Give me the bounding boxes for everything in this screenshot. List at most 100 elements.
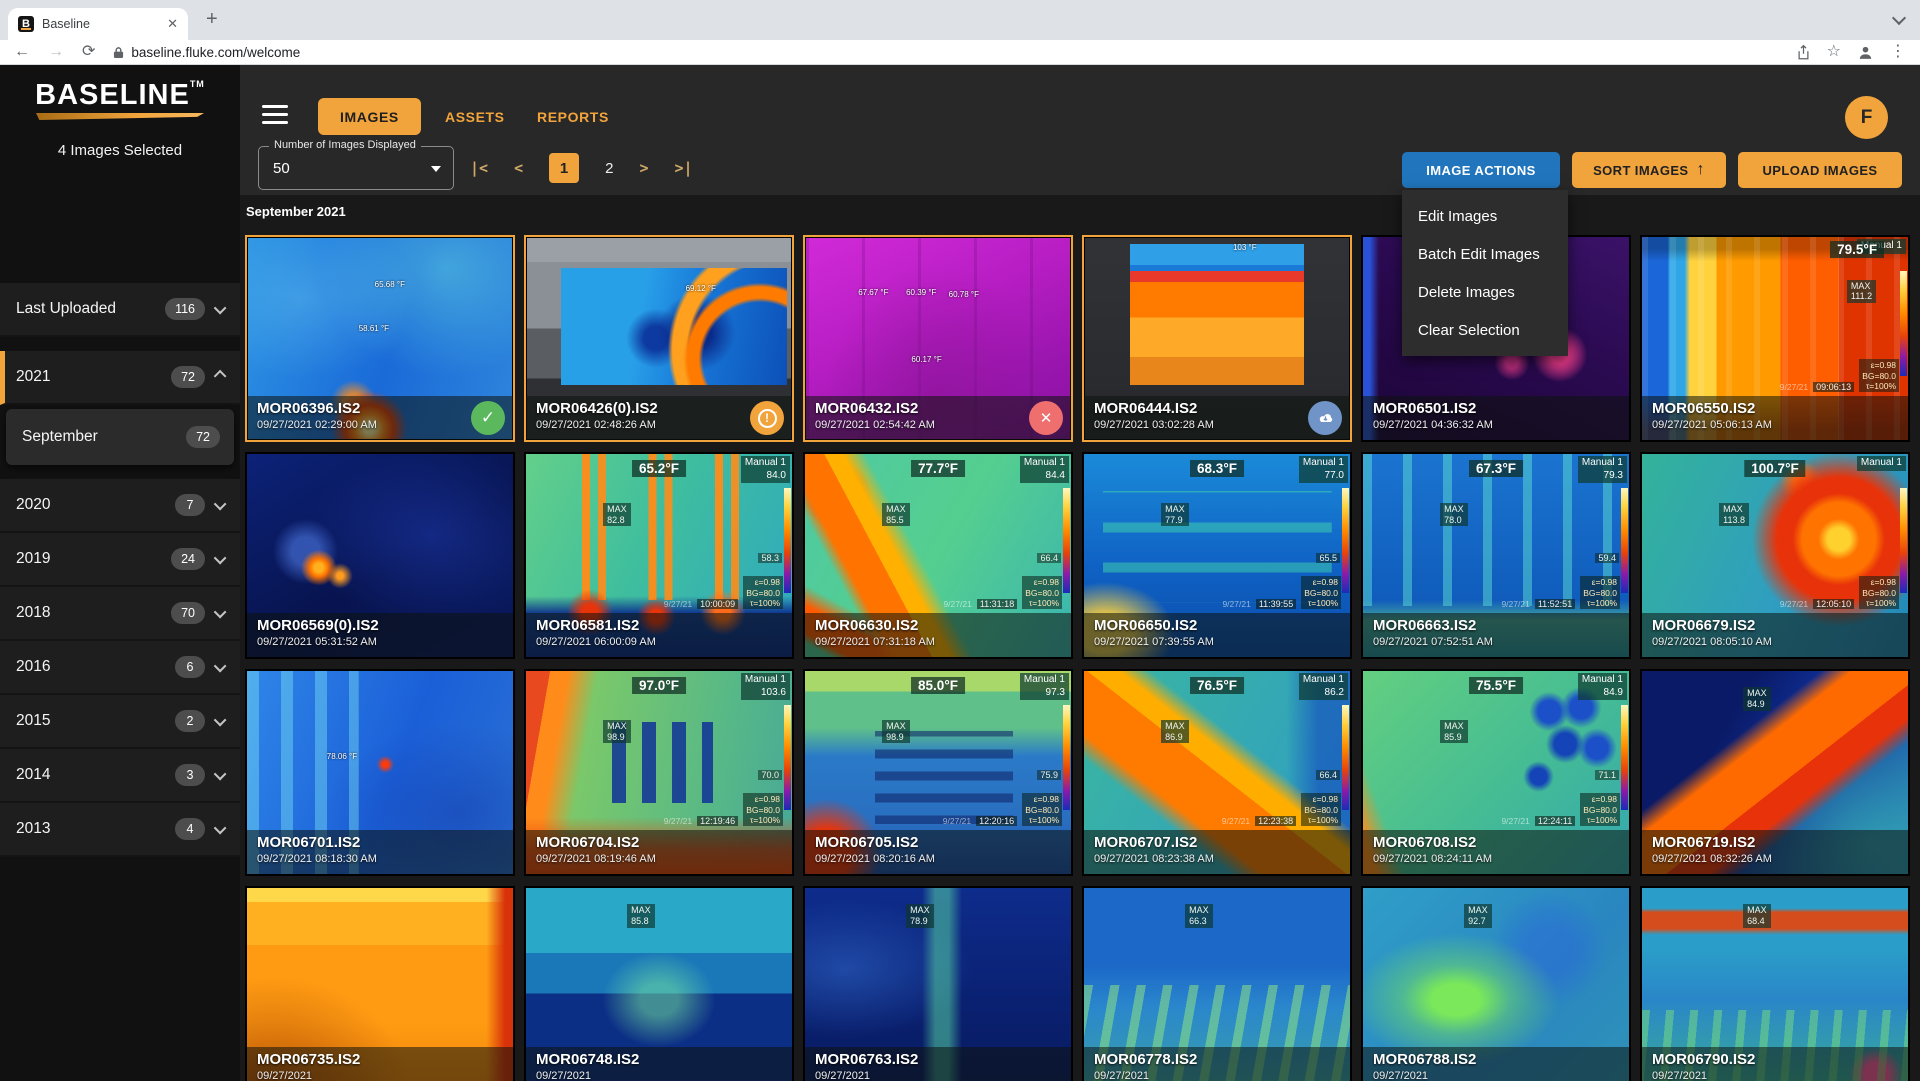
- reload-icon[interactable]: ⟳: [82, 44, 95, 60]
- sidebar-item-2021[interactable]: 202172: [0, 351, 240, 405]
- image-timestamp: 09/27/2021 02:29:00 AM: [257, 419, 503, 431]
- sidebar-item-2013[interactable]: 20134: [0, 803, 240, 857]
- image-tile[interactable]: MAX66.3MOR06778.IS209/27/2021: [1082, 886, 1352, 1081]
- count-badge: 70: [171, 602, 205, 624]
- upload-images-button[interactable]: UPLOAD IMAGES: [1738, 152, 1902, 188]
- image-info-bar: MOR06790.IS209/27/2021: [1642, 1047, 1908, 1081]
- spot-temp-label: 78.06 °F: [327, 752, 357, 761]
- profile-icon[interactable]: [1857, 44, 1874, 61]
- image-tile[interactable]: MAX68.4MOR06790.IS209/27/2021: [1640, 886, 1910, 1081]
- address-field[interactable]: baseline.fluke.com/welcome: [113, 45, 1777, 60]
- image-tile[interactable]: Manual 184.065.2°FMAX82.858.39/27/2110:0…: [524, 452, 794, 659]
- image-tile[interactable]: Manual 184.975.5°FMAX85.971.19/27/2112:2…: [1361, 669, 1631, 876]
- image-tile[interactable]: 67.67 °F60.39 °F60.78 °F60.17 °FMOR06432…: [803, 235, 1073, 442]
- center-temp-label: 65.2°F: [632, 460, 686, 477]
- menu-item-delete-images[interactable]: Delete Images: [1402, 273, 1568, 311]
- sidebar-item-2016[interactable]: 20166: [0, 641, 240, 695]
- image-actions-menu: Edit ImagesBatch Edit ImagesDelete Image…: [1402, 190, 1568, 356]
- sidebar-items: Last Uploaded116202172September722020720…: [0, 283, 240, 857]
- image-tile[interactable]: Manual 1100.7°FMAX113.89/27/2112:05:10ε=…: [1640, 452, 1910, 659]
- page-button-1[interactable]: 1: [549, 153, 579, 183]
- bookmark-star-icon[interactable]: ☆: [1827, 44, 1841, 60]
- forward-icon[interactable]: →: [48, 44, 64, 60]
- status-cloud-icon[interactable]: [1308, 401, 1342, 435]
- images-displayed-label: Number of Images Displayed: [269, 139, 421, 151]
- image-tile[interactable]: Manual 186.276.5°FMAX86.966.49/27/2112:2…: [1082, 669, 1352, 876]
- image-tile[interactable]: MOR06735.IS209/27/2021: [245, 886, 515, 1081]
- image-info-bar: MOR06735.IS209/27/2021: [247, 1047, 513, 1081]
- share-icon[interactable]: [1796, 44, 1811, 61]
- user-avatar[interactable]: F: [1845, 96, 1888, 139]
- tab-images[interactable]: IMAGES: [318, 98, 421, 135]
- manual-marker-label: Manual 184.9: [1578, 673, 1627, 700]
- image-tile[interactable]: MAX84.9MOR06719.IS209/27/2021 08:32:26 A…: [1640, 669, 1910, 876]
- first-page-button[interactable]: |<: [470, 159, 488, 177]
- image-timestamp: 09/27/2021 08:19:46 AM: [536, 853, 782, 865]
- page-button-2[interactable]: 2: [605, 160, 613, 177]
- sidebar-item-2018[interactable]: 201870: [0, 587, 240, 641]
- camera-overlay: 9/27/2110:00:09ε=0.98BG=80.0τ=100%: [664, 576, 783, 609]
- sidebar-item-2019[interactable]: 201924: [0, 533, 240, 587]
- sidebar-item-september[interactable]: September72: [6, 409, 234, 465]
- back-icon[interactable]: ←: [14, 44, 30, 60]
- images-displayed-select[interactable]: Number of Images Displayed 50: [258, 146, 454, 190]
- tab-assets[interactable]: ASSETS: [445, 98, 505, 135]
- browser-menu-icon[interactable]: ⋮: [1890, 44, 1906, 60]
- sidebar-item-last-uploaded[interactable]: Last Uploaded116: [0, 283, 240, 337]
- status-alert-icon[interactable]: !: [750, 401, 784, 435]
- camera-time: 11:39:55: [1256, 599, 1296, 609]
- chevron-down-icon: [214, 659, 227, 672]
- image-tile[interactable]: Manual 1103.697.0°FMAX98.970.09/27/2112:…: [524, 669, 794, 876]
- image-tile[interactable]: 78.06 °FMOR06701.IS209/27/2021 08:18:30 …: [245, 669, 515, 876]
- image-tile[interactable]: MOR06569(0).IS209/27/2021 05:31:52 AM: [245, 452, 515, 659]
- image-name: MOR06550.IS2: [1652, 400, 1898, 417]
- sidebar-item-2015[interactable]: 20152: [0, 695, 240, 749]
- image-timestamp: 09/27/2021 08:20:16 AM: [815, 853, 1061, 865]
- camera-overlay: 9/27/2111:39:55ε=0.98BG=80.0τ=100%: [1222, 576, 1341, 609]
- image-tile[interactable]: 69.12 °FMOR06426(0).IS209/27/2021 02:48:…: [524, 235, 794, 442]
- image-info-bar: MOR06788.IS209/27/2021: [1363, 1047, 1629, 1081]
- sidebar-item-2014[interactable]: 20143: [0, 749, 240, 803]
- pagination: |< <1 2 > >|: [470, 146, 693, 190]
- camera-params: ε=0.98BG=80.0τ=100%: [1859, 359, 1899, 392]
- status-check-icon[interactable]: ✓: [471, 401, 505, 435]
- scale-min-label: 59.4: [1595, 553, 1619, 563]
- image-tile[interactable]: Manual 179.367.3°FMAX78.059.49/27/2111:5…: [1361, 452, 1631, 659]
- image-tile[interactable]: MAX85.8MOR06748.IS209/27/2021: [524, 886, 794, 1081]
- image-tile[interactable]: Manual 179.5°FMAX111.29/27/2109:06:13ε=0…: [1640, 235, 1910, 442]
- browser-tab[interactable]: B Baseline ✕: [8, 8, 188, 40]
- previous-page-button[interactable]: <: [514, 159, 523, 177]
- tab-reports[interactable]: REPORTS: [537, 98, 609, 135]
- temperature-scale-bar: [1900, 271, 1907, 376]
- count-badge: 7: [175, 494, 205, 516]
- tab-close-icon[interactable]: ✕: [167, 16, 178, 32]
- chevron-down-icon: [214, 301, 227, 314]
- menu-item-batch-edit-images[interactable]: Batch Edit Images: [1402, 235, 1568, 273]
- image-actions-button[interactable]: IMAGE ACTIONS: [1402, 152, 1560, 188]
- manual-marker-label: Manual 184.4: [1020, 456, 1069, 483]
- window-chevron-icon[interactable]: [1892, 11, 1906, 25]
- image-tile[interactable]: 103 °FMOR06444.IS209/27/2021 03:02:28 AM: [1082, 235, 1352, 442]
- image-name: MOR06432.IS2: [815, 400, 1061, 417]
- image-tile[interactable]: 65.68 °F58.61 °FMOR06396.IS209/27/2021 0…: [245, 235, 515, 442]
- sidebar-item-2020[interactable]: 20207: [0, 479, 240, 533]
- menu-item-clear-selection[interactable]: Clear Selection: [1402, 311, 1568, 349]
- menu-item-edit-images[interactable]: Edit Images: [1402, 197, 1568, 235]
- max-temp-label: MAX98.9: [882, 720, 910, 744]
- scale-min-label: 66.4: [1037, 553, 1061, 563]
- new-tab-button[interactable]: +: [206, 9, 218, 29]
- image-timestamp: 09/27/2021: [1094, 1070, 1340, 1081]
- camera-overlay: 9/27/2111:52:51ε=0.98BG=80.0τ=100%: [1501, 576, 1620, 609]
- hamburger-menu-icon[interactable]: [262, 105, 288, 124]
- last-page-button[interactable]: >|: [674, 159, 692, 177]
- sort-images-button[interactable]: SORT IMAGES ↑: [1572, 152, 1726, 188]
- image-tile[interactable]: Manual 177.068.3°FMAX77.965.59/27/2111:3…: [1082, 452, 1352, 659]
- status-error-icon[interactable]: ✕: [1029, 401, 1063, 435]
- next-page-button[interactable]: >: [639, 159, 648, 177]
- image-tile[interactable]: MAX92.7MOR06788.IS209/27/2021: [1361, 886, 1631, 1081]
- image-tile[interactable]: Manual 197.385.0°FMAX98.975.99/27/2112:2…: [803, 669, 1073, 876]
- image-tile[interactable]: MAX78.9MOR06763.IS209/27/2021: [803, 886, 1073, 1081]
- count-badge: 2: [175, 710, 205, 732]
- scale-min-label: 58.3: [758, 553, 782, 563]
- image-tile[interactable]: Manual 184.477.7°FMAX85.566.49/27/2111:3…: [803, 452, 1073, 659]
